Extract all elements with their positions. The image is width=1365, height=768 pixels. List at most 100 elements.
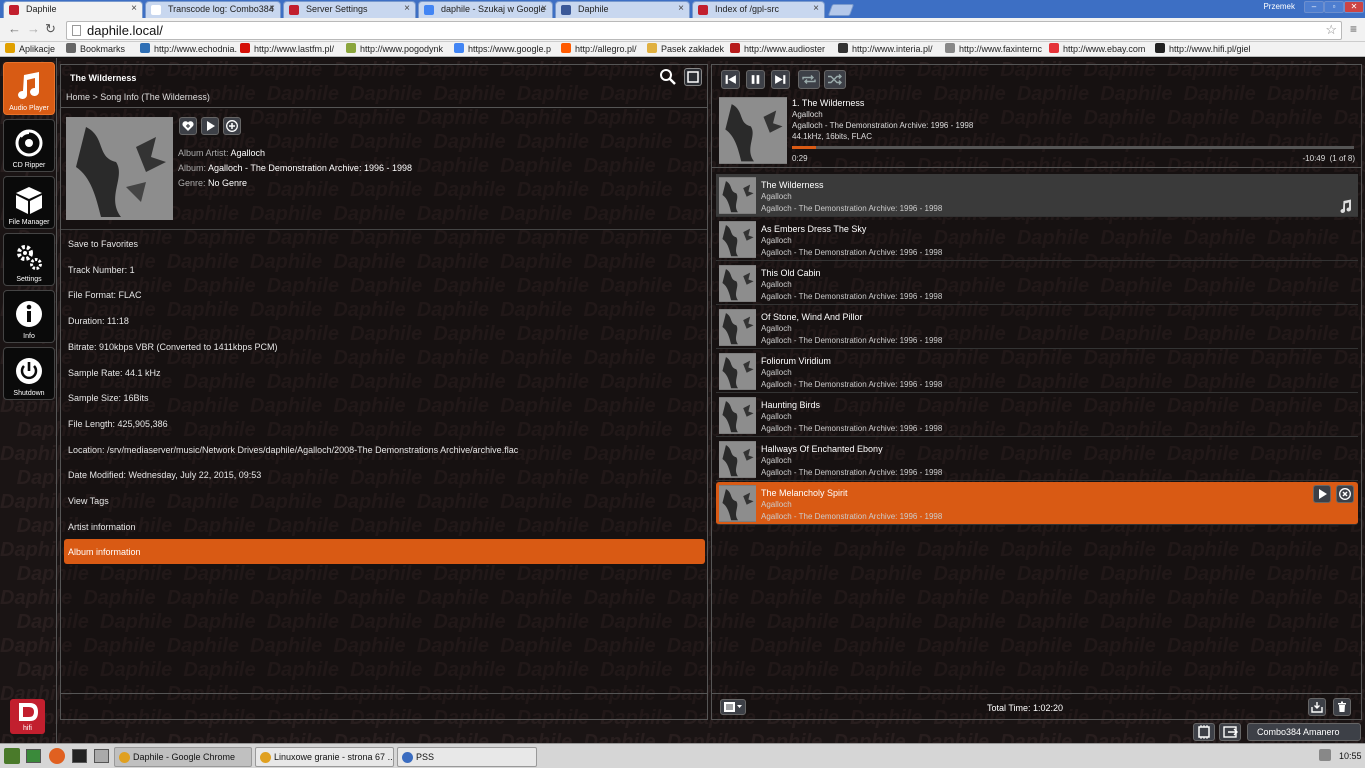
song-detail-item[interactable]: Save to Favorites — [68, 239, 138, 249]
sidebar-item-cd-ripper[interactable]: CD Ripper — [3, 119, 55, 172]
song-detail-item[interactable]: Album information — [68, 547, 141, 557]
chip-icon — [1198, 725, 1210, 739]
previous-button[interactable] — [721, 70, 740, 89]
tab-close-icon[interactable]: × — [131, 3, 137, 14]
album-art-image — [719, 97, 787, 164]
tab-close-icon[interactable]: × — [404, 3, 410, 14]
bookmark-item[interactable]: http://www.ebay.com — [1049, 43, 1145, 54]
playlist-row[interactable]: Of Stone, Wind And Pillor Agalloch Agalloc… — [716, 306, 1358, 349]
playlist-row[interactable]: Haunting Birds Agalloch Agalloch - The Dem… — [716, 394, 1358, 437]
tab-close-icon[interactable]: × — [269, 3, 275, 14]
back-icon[interactable]: ← — [8, 21, 21, 36]
playlist-row[interactable]: This Old Cabin Agalloch Agalloch - The Dem… — [716, 262, 1358, 305]
taskbar-window-button[interactable]: PSS — [397, 747, 537, 767]
new-tab-button[interactable] — [827, 4, 855, 16]
taskbar-window-button[interactable]: Linuxowe granie - strona 67 ... — [255, 747, 394, 767]
play-button[interactable] — [201, 117, 219, 135]
menu-icon[interactable]: ≡ — [1350, 22, 1357, 36]
album-art-image — [66, 117, 173, 220]
star-icon[interactable]: ☆ — [1325, 22, 1337, 38]
tab-close-icon[interactable]: × — [541, 3, 547, 14]
show-desktop-icon[interactable] — [26, 749, 41, 763]
bookmark-item[interactable]: https://www.google.p — [454, 43, 551, 54]
playlist-row[interactable]: The Melancholy Spirit Agalloch Agalloch - … — [716, 482, 1358, 525]
remove-track-button[interactable] — [1336, 485, 1354, 503]
output-device-label: Combo384 Amanero — [1257, 727, 1340, 737]
tab-label: daphile - Szukaj w Google — [441, 4, 546, 14]
breadcrumb[interactable]: Home > Song Info (The Wilderness) — [66, 92, 210, 102]
song-detail-item[interactable]: Artist information — [68, 522, 136, 532]
terminal-icon[interactable] — [72, 749, 87, 763]
files-icon[interactable] — [94, 749, 109, 763]
bookmark-item[interactable]: http://www.echodnia. — [140, 43, 237, 54]
output-button[interactable] — [1219, 723, 1241, 741]
bookmark-item[interactable]: Bookmarks — [66, 43, 125, 54]
progress-bar[interactable] — [792, 146, 1354, 149]
bookmark-item[interactable]: http://www.hifi.pl/giel — [1155, 43, 1251, 54]
trash-icon — [1338, 701, 1346, 712]
bookmark-item[interactable]: http://www.pogodynk — [346, 43, 443, 54]
network-icon[interactable] — [1319, 749, 1331, 761]
address-bar[interactable]: daphile.local/ ☆ — [66, 21, 1342, 40]
browser-tab-bar: Daphile × Transcode log: Combo384 × Server S… — [0, 0, 1365, 18]
repeat-button[interactable] — [798, 70, 820, 89]
save-playlist-button[interactable] — [1308, 698, 1326, 716]
bookmark-favicon-icon — [140, 43, 150, 53]
clock[interactable]: 10:55 — [1339, 751, 1362, 761]
taskbar-window-button[interactable]: Daphile - Google Chrome — [114, 747, 252, 767]
tab-4[interactable]: daphile - Szukaj w Google × — [418, 1, 553, 18]
profile-name[interactable]: Przemek — [1263, 2, 1295, 11]
pause-button[interactable] — [746, 70, 765, 89]
sidebar-item-settings[interactable]: Settings — [3, 233, 55, 286]
playlist-row[interactable]: Foliorum Viridium Agalloch Agalloch - The … — [716, 350, 1358, 393]
sidebar-item-info[interactable]: Info — [3, 290, 55, 343]
bookmark-item[interactable]: http://www.faxinternc — [945, 43, 1042, 54]
play-track-button[interactable] — [1313, 485, 1331, 503]
start-menu-icon[interactable] — [4, 748, 20, 764]
add-to-playlist-button[interactable] — [223, 117, 241, 135]
clear-playlist-button[interactable] — [1333, 698, 1351, 716]
bookmark-item[interactable]: http://www.audioster — [730, 43, 825, 54]
tab-3[interactable]: Server Settings × — [283, 1, 416, 18]
tab-6[interactable]: Index of /gpl-src × — [692, 1, 825, 18]
fullscreen-button[interactable] — [684, 68, 702, 86]
sidebar-item-file-manager[interactable]: File Manager — [3, 176, 55, 229]
tab-1[interactable]: Daphile × — [3, 1, 143, 18]
album-information-highlight — [64, 539, 705, 564]
bookmark-item[interactable]: http://www.lastfm.pl/ — [240, 43, 334, 54]
sidebar-item-shutdown[interactable]: Shutdown — [3, 347, 55, 400]
tab-5[interactable]: Daphile × — [555, 1, 690, 18]
export-icon — [1223, 726, 1238, 738]
bookmark-item[interactable]: http://allegro.pl/ — [561, 43, 637, 54]
audio-settings-button[interactable] — [1193, 723, 1215, 741]
tab-2[interactable]: Transcode log: Combo384 × — [145, 1, 281, 18]
minimize-button[interactable]: – — [1304, 1, 1324, 13]
bookmark-item[interactable]: Pasek zakładek — [647, 43, 724, 54]
tab-close-icon[interactable]: × — [813, 3, 819, 14]
maximize-button[interactable]: ▫ — [1324, 1, 1344, 13]
sidebar-item-audio-player[interactable]: Audio Player — [3, 62, 55, 115]
favorite-button[interactable] — [179, 117, 197, 135]
playlist-row[interactable]: As Embers Dress The Sky Agalloch Agalloch … — [716, 218, 1358, 261]
playlist-menu-button[interactable] — [720, 699, 746, 715]
music-note-icon — [18, 72, 39, 99]
search-button[interactable] — [659, 68, 677, 86]
tab-close-icon[interactable]: × — [678, 3, 684, 14]
bookmark-item[interactable]: http://www.interia.pl/ — [838, 43, 933, 54]
reload-icon[interactable]: ↻ — [45, 21, 56, 37]
song-detail-item[interactable]: View Tags — [68, 496, 109, 506]
output-device-select[interactable]: Combo384 Amanero — [1247, 723, 1361, 741]
bookmark-item[interactable]: Aplikacje — [5, 43, 55, 54]
window-app-icon — [402, 752, 413, 763]
playlist-row[interactable]: The Wilderness Agalloch Agalloch - The Dem… — [716, 174, 1358, 217]
firefox-icon[interactable] — [49, 748, 65, 764]
bookmark-favicon-icon — [454, 43, 464, 53]
shuffle-button[interactable] — [824, 70, 846, 89]
next-button[interactable] — [771, 70, 790, 89]
close-window-button[interactable]: ✕ — [1344, 1, 1364, 13]
forward-icon[interactable]: → — [27, 21, 40, 36]
tab-favicon-icon — [289, 5, 299, 15]
track-album: Agalloch - The Demonstration Archive: 19… — [761, 204, 943, 213]
playlist-row[interactable]: Hallways Of Enchanted Ebony Agalloch Agall… — [716, 438, 1358, 481]
taskbar-window-label: Daphile - Google Chrome — [133, 752, 236, 762]
